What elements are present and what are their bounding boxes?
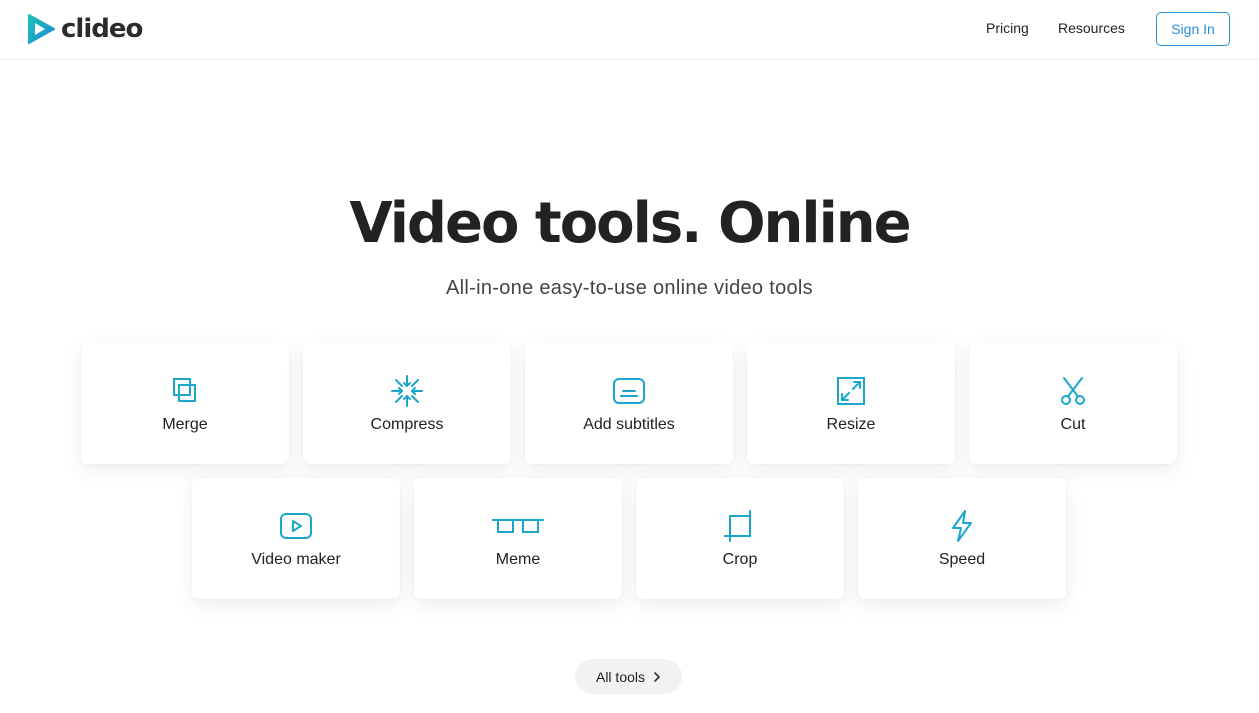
lightning-icon (952, 510, 972, 542)
all-tools-label: All tools (595, 668, 646, 685)
tool-label: Video maker (251, 551, 341, 568)
subtitles-icon (613, 378, 645, 404)
all-tools-button[interactable]: All tools (575, 659, 682, 694)
tool-card-add-subtitles[interactable]: Add subtitles (525, 343, 733, 464)
logo-text: clideo (61, 14, 143, 44)
tool-card-video-maker[interactable]: Video maker (192, 478, 400, 599)
play-icon (280, 513, 312, 539)
crop-icon (724, 510, 751, 542)
sign-in-button[interactable]: Sign In (1156, 12, 1230, 46)
nav-pricing[interactable]: Pricing (986, 20, 1029, 37)
tool-label: Merge (162, 416, 208, 433)
tool-card-merge[interactable]: Merge (81, 343, 289, 464)
tool-label: Crop (722, 551, 758, 568)
glasses-icon (492, 519, 544, 533)
tool-card-speed[interactable]: Speed (858, 478, 1066, 599)
tool-card-cut[interactable]: Cut (969, 343, 1177, 464)
resize-icon (837, 377, 865, 405)
nav-resources[interactable]: Resources (1058, 20, 1125, 37)
merge-icon (173, 378, 196, 402)
page-subtitle: All-in-one easy-to-use online video tool… (446, 277, 813, 299)
tool-label: Speed (938, 551, 986, 568)
tool-card-meme[interactable]: Meme (414, 478, 622, 599)
tool-label: Meme (495, 551, 541, 568)
scissors-icon (1061, 377, 1085, 405)
tool-label: Compress (370, 416, 444, 433)
site-header: clideo Pricing Resources Sign In (0, 0, 1259, 60)
tool-card-crop[interactable]: Crop (636, 478, 844, 599)
clideo-logo-icon (28, 14, 55, 44)
page-title: Video tools. Online (349, 191, 911, 256)
tool-card-resize[interactable]: Resize (747, 343, 955, 464)
logo[interactable]: clideo (26, 13, 143, 45)
compress-icon (391, 375, 423, 407)
tool-label: Add subtitles (583, 416, 675, 433)
tool-label: Cut (1060, 416, 1086, 433)
chevron-right-icon (654, 671, 660, 682)
tool-card-compress[interactable]: Compress (303, 343, 511, 464)
tool-label: Resize (826, 416, 876, 433)
